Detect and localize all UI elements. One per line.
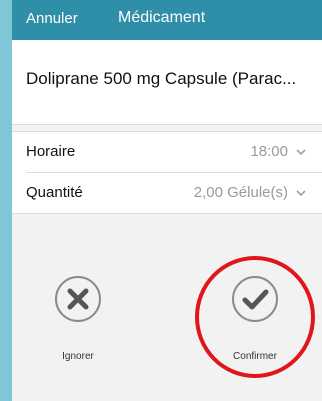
quantity-row[interactable]: Quantité 2,00 Gélule(s) — [12, 173, 322, 213]
quantity-value: 2,00 Gélule(s) — [193, 184, 288, 201]
close-circle-icon — [55, 276, 101, 322]
confirm-label: Confirmer — [233, 351, 277, 362]
page-title: Médicament — [118, 9, 206, 26]
medication-name: Doliprane 500 mg Capsule (Parac... — [26, 69, 297, 88]
schedule-value: 18:00 — [250, 143, 288, 160]
medication-screen: Annuler Médicament Doliprane 500 mg Caps… — [12, 0, 322, 401]
schedule-label: Horaire — [26, 143, 76, 160]
nav-bar: Annuler Médicament — [12, 0, 322, 40]
left-border-strip — [0, 0, 12, 401]
schedule-row[interactable]: Horaire 18:00 — [12, 132, 322, 173]
cancel-button[interactable]: Annuler — [26, 10, 78, 27]
chevron-down-icon — [296, 149, 306, 156]
ignore-label: Ignorer — [62, 351, 94, 362]
chevron-down-icon — [296, 190, 306, 197]
ignore-button[interactable]: Ignorer — [38, 275, 118, 375]
confirm-button[interactable]: Confirmer — [215, 275, 295, 375]
quantity-label: Quantité — [26, 184, 83, 201]
medication-name-row[interactable]: Doliprane 500 mg Capsule (Parac... — [12, 40, 322, 125]
dose-fields: Horaire 18:00 Quantité 2,00 Gélule(s) — [12, 131, 322, 214]
checkmark-circle-icon — [232, 276, 278, 322]
